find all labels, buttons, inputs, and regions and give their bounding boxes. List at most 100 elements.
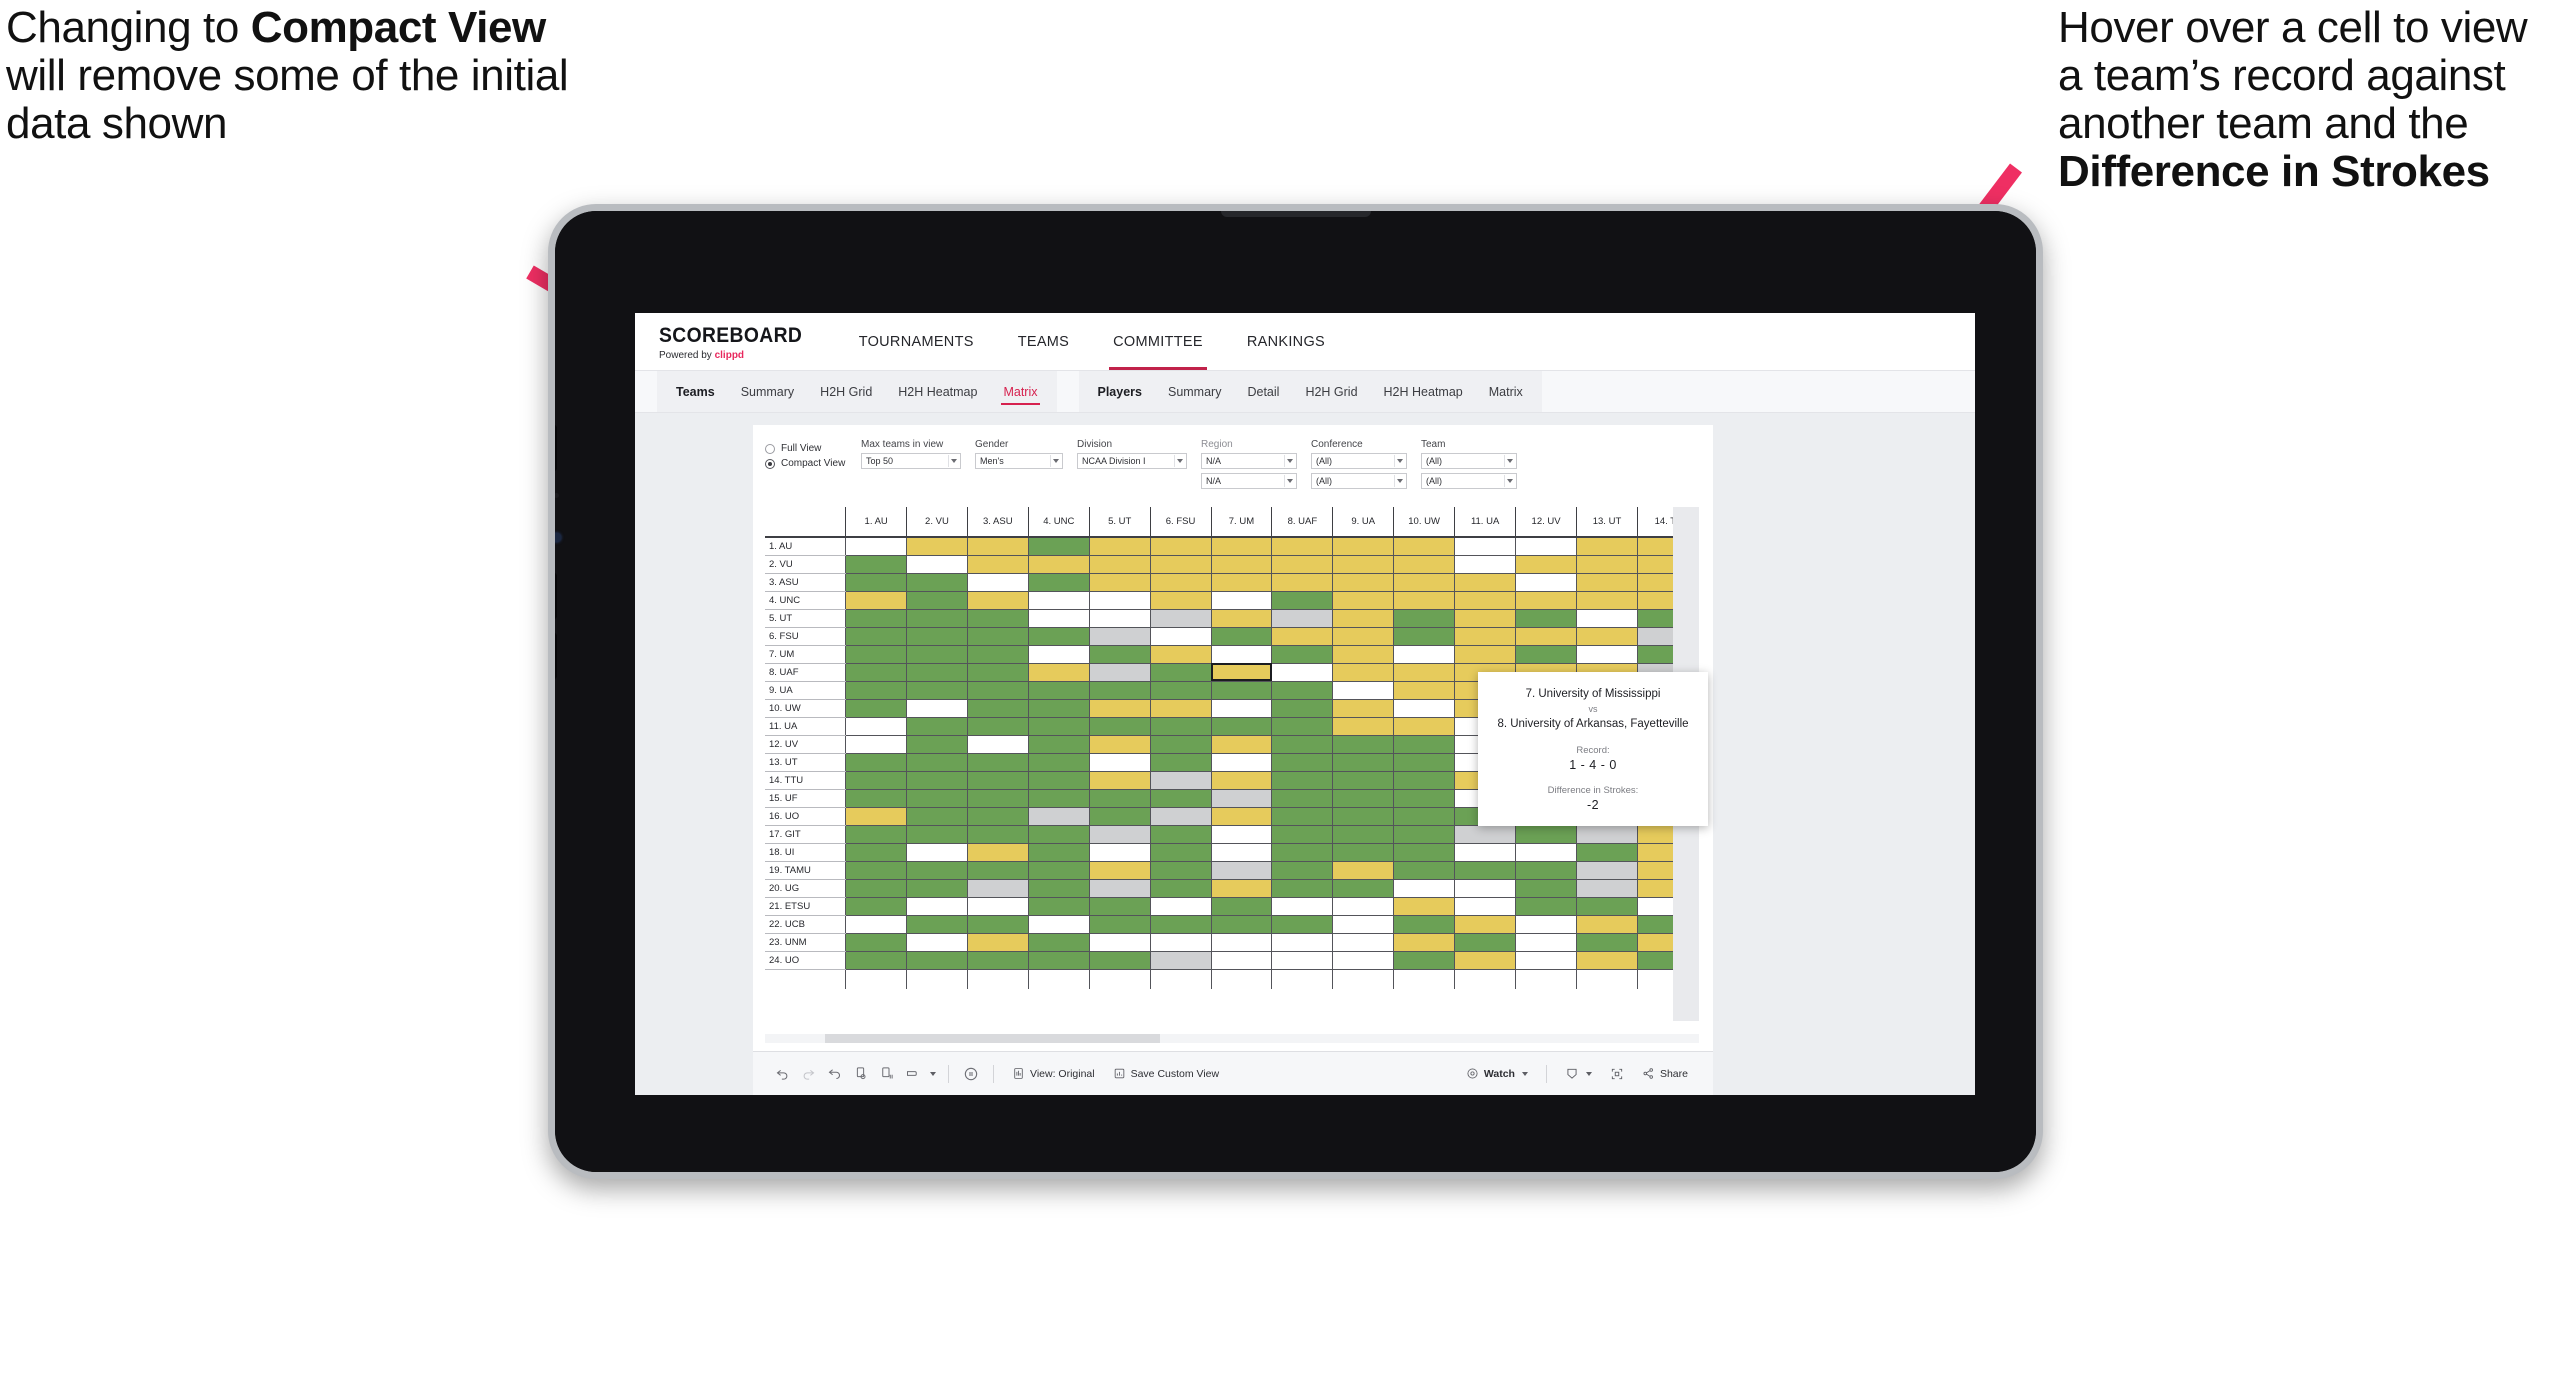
matrix-row-header[interactable]: 13. UT (765, 753, 846, 772)
matrix-cell[interactable] (1393, 554, 1456, 574)
matrix-cell[interactable] (1332, 572, 1395, 592)
matrix-cell[interactable] (966, 896, 1029, 916)
matrix-cell[interactable] (1149, 536, 1212, 556)
matrix-cell[interactable] (1210, 680, 1273, 700)
matrix-row-header[interactable]: 4. UNC (765, 591, 846, 610)
matrix-cell[interactable] (1210, 734, 1273, 754)
matrix-cell[interactable] (1271, 824, 1334, 844)
matrix-cell[interactable] (1332, 662, 1395, 682)
matrix-cell[interactable] (966, 626, 1029, 646)
matrix-cell[interactable] (1149, 896, 1212, 916)
matrix-cell[interactable] (966, 932, 1029, 952)
matrix-cell[interactable] (1515, 950, 1578, 970)
matrix-cell[interactable] (906, 932, 968, 952)
matrix-cell[interactable] (1210, 842, 1273, 862)
matrix-cell[interactable] (906, 734, 968, 754)
matrix-cell[interactable] (1210, 950, 1273, 970)
matrix-column-header[interactable]: 8. UAF (1271, 507, 1333, 538)
matrix-cell[interactable] (1271, 662, 1334, 682)
matrix-cell[interactable] (906, 788, 968, 808)
matrix-cell[interactable] (1332, 698, 1395, 718)
matrix-cell[interactable] (845, 698, 908, 718)
matrix-row-header[interactable]: 19. TAMU (765, 861, 846, 880)
filter-max-teams-select[interactable]: Top 50 (861, 453, 961, 469)
radio-compact-view[interactable]: Compact View (765, 458, 861, 469)
matrix-cell[interactable] (1576, 554, 1638, 574)
matrix-cell[interactable] (1210, 770, 1273, 790)
matrix-cell[interactable] (1271, 698, 1334, 718)
matrix-cell[interactable] (1088, 662, 1151, 682)
matrix-cell[interactable] (1332, 554, 1395, 574)
matrix-cell[interactable] (1027, 554, 1090, 574)
matrix-cell[interactable] (1515, 878, 1578, 898)
matrix-row-header[interactable]: 8. UAF (765, 663, 846, 682)
matrix-cell[interactable] (845, 878, 908, 898)
matrix-cell[interactable] (845, 572, 908, 592)
matrix-cell[interactable] (1271, 932, 1334, 952)
matrix-cell[interactable] (1149, 878, 1212, 898)
matrix-cell[interactable] (845, 734, 908, 754)
matrix-cell[interactable] (1210, 896, 1273, 916)
matrix-cell[interactable] (1210, 554, 1273, 574)
matrix-cell[interactable] (1149, 626, 1212, 646)
tab-players-detail[interactable]: Detail (1234, 371, 1292, 412)
matrix-cell[interactable] (1515, 860, 1578, 880)
matrix-row-header[interactable]: 7. UM (765, 645, 846, 664)
matrix-cell[interactable] (1027, 932, 1090, 952)
matrix-cell[interactable] (1149, 590, 1212, 610)
matrix-cell[interactable] (1576, 824, 1638, 844)
matrix-cell[interactable] (1027, 698, 1090, 718)
matrix-cell[interactable] (1149, 914, 1212, 934)
matrix-cell[interactable] (1210, 590, 1273, 610)
filter-gender-select[interactable]: Men's (975, 453, 1063, 469)
matrix-cell[interactable] (1332, 608, 1395, 628)
matrix-cell[interactable] (845, 752, 908, 772)
redo-icon[interactable] (795, 1061, 821, 1087)
matrix-cell[interactable] (966, 752, 1029, 772)
matrix-cell[interactable] (1271, 734, 1334, 754)
matrix-cell[interactable] (1332, 932, 1395, 952)
matrix-cell[interactable] (1271, 680, 1334, 700)
matrix-cell[interactable] (1393, 932, 1456, 952)
matrix-cell[interactable] (1027, 590, 1090, 610)
matrix-cell[interactable] (1454, 644, 1517, 664)
matrix-cell[interactable] (845, 770, 908, 790)
matrix-cell[interactable] (1027, 788, 1090, 808)
matrix-cell[interactable] (1332, 770, 1395, 790)
matrix-cell[interactable] (906, 896, 968, 916)
matrix-cell[interactable] (1271, 860, 1334, 880)
matrix-cell[interactable] (1027, 626, 1090, 646)
matrix-cell[interactable] (845, 608, 908, 628)
matrix-cell[interactable] (1393, 806, 1456, 826)
matrix-row-header[interactable]: 18. UI (765, 843, 846, 862)
matrix-row-header[interactable]: 20. UG (765, 879, 846, 898)
matrix-cell[interactable] (1149, 734, 1212, 754)
matrix-cell[interactable] (1515, 554, 1578, 574)
matrix-cell[interactable] (1027, 770, 1090, 790)
matrix-cell[interactable] (906, 752, 968, 772)
matrix-cell[interactable] (1576, 842, 1638, 862)
matrix-cell[interactable] (1576, 536, 1638, 556)
matrix-cell[interactable] (966, 806, 1029, 826)
share-button[interactable]: Share (1633, 1067, 1697, 1080)
revert-icon[interactable] (821, 1061, 847, 1087)
matrix-cell[interactable] (1515, 644, 1578, 664)
matrix-cell[interactable] (1210, 698, 1273, 718)
matrix-cell[interactable] (1210, 662, 1273, 682)
matrix-cell[interactable] (1027, 806, 1090, 826)
matrix-cell[interactable] (1393, 590, 1456, 610)
matrix-row-header[interactable]: 6. FSU (765, 627, 846, 646)
matrix-cell[interactable] (1393, 536, 1456, 556)
matrix-cell[interactable] (1271, 770, 1334, 790)
matrix-cell[interactable] (1027, 734, 1090, 754)
matrix-cell[interactable] (1454, 554, 1517, 574)
matrix-cell[interactable] (1515, 572, 1578, 592)
matrix-cell[interactable] (1210, 914, 1273, 934)
matrix-cell[interactable] (1271, 626, 1334, 646)
matrix-cell[interactable] (906, 716, 968, 736)
pause-icon[interactable] (958, 1061, 984, 1087)
matrix-cell[interactable] (845, 932, 908, 952)
matrix-column-header[interactable]: 11. UA (1454, 507, 1516, 538)
matrix-cell[interactable] (845, 788, 908, 808)
matrix-cell[interactable] (906, 698, 968, 718)
